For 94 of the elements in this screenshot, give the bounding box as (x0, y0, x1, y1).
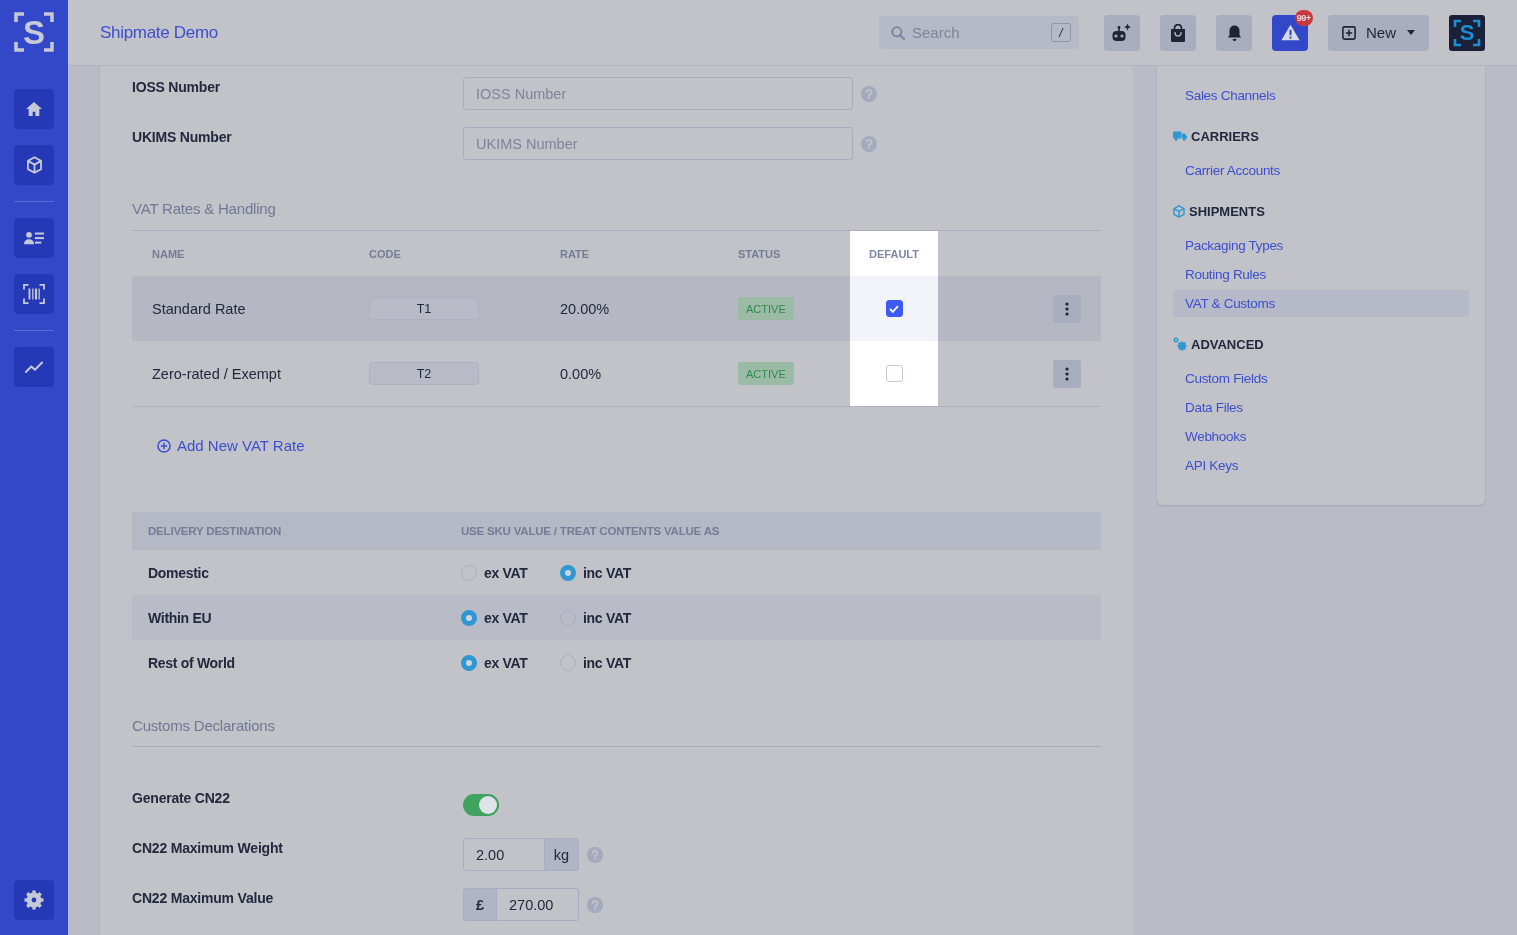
row-label: Within EU (147, 609, 212, 626)
nav-link[interactable]: Data Files (1173, 393, 1469, 421)
robot-sparkle-icon (1111, 22, 1133, 43)
field-label: UKIMS Number (132, 128, 233, 147)
column-header: STATUS (737, 246, 782, 262)
cube-icon (25, 156, 43, 174)
app-logo: S (14, 12, 54, 52)
input-field[interactable]: 270.00 (497, 888, 579, 921)
table-cell: 0.00% (560, 365, 602, 382)
radio-label: ex VAT (484, 564, 528, 581)
radio-button[interactable] (461, 609, 477, 626)
analytics-button[interactable] (14, 347, 54, 387)
vertical-dots-icon (1065, 301, 1069, 316)
plus-square-icon (1342, 25, 1356, 40)
currency-label: £ (463, 888, 497, 921)
section-title: Customs Declarations (132, 716, 1101, 747)
contacts-button[interactable] (14, 218, 54, 258)
nav-link[interactable]: Sales Channels (1173, 81, 1469, 109)
table-cell: Zero-rated / Exempt (152, 365, 281, 382)
plus-circle-icon (157, 439, 171, 453)
more-actions-button[interactable] (1053, 359, 1081, 388)
workspace-title: Shipmate Demo (100, 22, 218, 43)
row-label: Rest of World (147, 654, 235, 671)
shopping-bag-icon (1170, 23, 1186, 42)
account-logo[interactable]: S (1449, 14, 1485, 51)
input-field[interactable]: 2.00 (463, 838, 545, 871)
column-header: NAME (151, 246, 186, 262)
notification-count-badge: 99+ (1294, 9, 1313, 26)
radio-label: ex VAT (484, 654, 528, 671)
package-button[interactable] (14, 145, 54, 185)
caret-down-icon (1407, 30, 1415, 35)
nav-group-heading: CARRIERS (1191, 128, 1259, 144)
field-label: CN22 Maximum Value (132, 889, 275, 908)
input-field[interactable]: UKIMS Number (463, 127, 853, 160)
radio-label: inc VAT (583, 654, 631, 671)
notifications-button[interactable] (1216, 14, 1252, 51)
nav-link[interactable]: Packaging Types (1173, 231, 1469, 259)
unit-label: kg (545, 838, 579, 871)
assistant-button[interactable] (1104, 14, 1140, 51)
status-tag: ACTIVE (738, 297, 794, 320)
shortcut-key: / (1051, 23, 1071, 42)
radio-label: ex VAT (484, 609, 528, 626)
checkmark-icon (889, 304, 899, 313)
line-chart-icon (25, 361, 43, 373)
column-header: CODE (368, 246, 402, 262)
more-actions-button[interactable] (1053, 294, 1081, 323)
home-button[interactable] (14, 89, 54, 129)
nav-link[interactable]: Routing Rules (1173, 260, 1469, 288)
checkbox[interactable] (885, 300, 903, 317)
contact-card-icon (24, 230, 44, 246)
field-label: CN22 Maximum Weight (132, 839, 284, 858)
new-button[interactable]: New (1328, 14, 1429, 51)
nav-link[interactable]: Carrier Accounts (1173, 156, 1469, 184)
truck-icon (1173, 131, 1187, 141)
code-tag: T1 (369, 297, 479, 320)
row-label: Domestic (147, 564, 209, 581)
radio-button[interactable] (461, 654, 477, 671)
field-label: IOSS Number (132, 78, 222, 97)
radio-label: inc VAT (583, 609, 631, 626)
code-tag: T2 (369, 362, 479, 385)
add-vat-rate-link[interactable]: Add New VAT Rate (157, 436, 305, 456)
nav-group-heading: SHIPMENTS (1189, 203, 1265, 219)
nav-link[interactable]: Custom Fields (1173, 364, 1469, 392)
input-field[interactable]: IOSS Number (463, 77, 853, 110)
orders-button[interactable] (1160, 14, 1196, 51)
column-header: DEFAULT (850, 231, 938, 276)
settings-button[interactable] (14, 880, 54, 920)
radio-label: inc VAT (583, 564, 631, 581)
table-cell: Standard Rate (152, 300, 246, 317)
search-icon (891, 25, 905, 40)
column-header: RATE (559, 246, 591, 262)
section-title: VAT Rates & Handling (132, 199, 1101, 231)
settings-icon (24, 890, 44, 910)
nav-link[interactable]: Webhooks (1173, 422, 1469, 450)
status-tag: ACTIVE (738, 362, 794, 385)
bell-icon (1226, 23, 1242, 42)
home-icon (25, 101, 43, 117)
scan-button[interactable] (14, 274, 54, 314)
nav-link[interactable]: VAT & Customs (1173, 289, 1469, 317)
search-field[interactable]: Search / (879, 16, 1079, 49)
cube-icon (1173, 204, 1185, 218)
barcode-scan-icon (23, 284, 45, 304)
warning-icon (1280, 24, 1300, 41)
radio-button[interactable] (560, 564, 576, 581)
gears-icon (1173, 337, 1187, 351)
vertical-dots-icon (1065, 366, 1069, 381)
column-header: DELIVERY DESTINATION (147, 525, 283, 537)
toggle-switch[interactable] (463, 793, 499, 816)
nav-link[interactable]: API Keys (1173, 451, 1469, 479)
field-label: Generate CN22 (132, 789, 231, 808)
nav-group-heading: ADVANCED (1191, 336, 1264, 352)
column-header: USE SKU VALUE / TREAT CONTENTS VALUE AS (460, 525, 721, 537)
search-input[interactable]: Search (912, 21, 1044, 44)
table-cell: 20.00% (560, 300, 610, 317)
